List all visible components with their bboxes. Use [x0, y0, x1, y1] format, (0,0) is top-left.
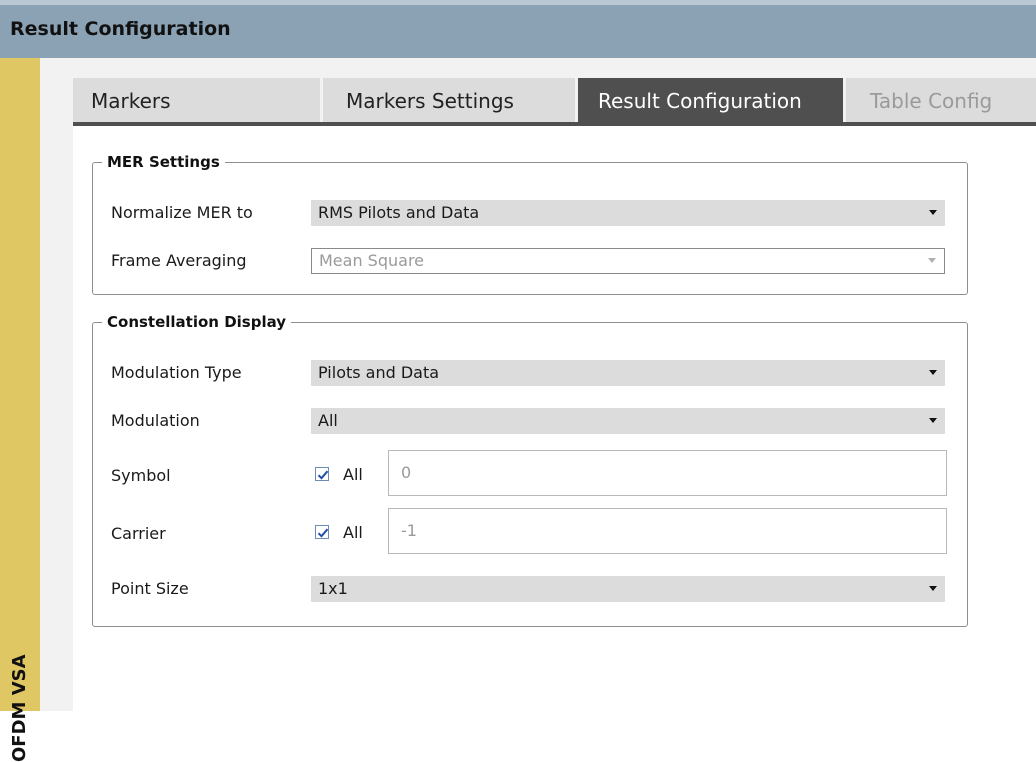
chevron-down-icon	[929, 418, 937, 423]
tab-bar: Markers Markers Settings Result Configur…	[73, 78, 1036, 126]
chevron-down-icon	[929, 586, 937, 591]
tab-label: Markers Settings	[346, 89, 514, 113]
dialog-titlebar: Result Configuration	[0, 0, 1036, 58]
chevron-down-icon	[929, 370, 937, 375]
tab-result-configuration[interactable]: Result Configuration	[578, 78, 843, 122]
frame-averaging-dropdown: Mean Square	[311, 248, 945, 274]
carrier-value: -1	[401, 521, 417, 540]
frame-averaging-label: Frame Averaging	[111, 251, 247, 270]
carrier-all-label: All	[343, 523, 363, 542]
mer-settings-legend: MER Settings	[107, 153, 220, 171]
point-size-value: 1x1	[318, 579, 348, 598]
point-size-label: Point Size	[111, 579, 189, 598]
tab-markers-settings[interactable]: Markers Settings	[323, 78, 575, 122]
modulation-dropdown[interactable]: All	[311, 408, 945, 434]
tab-label: Table Config	[870, 89, 993, 113]
symbol-value: 0	[401, 463, 412, 482]
carrier-input: -1	[388, 508, 947, 554]
point-size-dropdown[interactable]: 1x1	[311, 576, 945, 602]
application-label: OFDM VSA	[9, 654, 30, 762]
modulation-type-value: Pilots and Data	[318, 363, 440, 382]
tab-label: Result Configuration	[598, 89, 802, 113]
checkmark-icon	[317, 470, 329, 480]
carrier-label: Carrier	[111, 524, 166, 543]
symbol-all-label: All	[343, 465, 363, 484]
tab-markers[interactable]: Markers	[73, 78, 320, 122]
modulation-value: All	[318, 411, 338, 430]
normalize-mer-value: RMS Pilots and Data	[318, 203, 480, 222]
symbol-all-checkbox[interactable]	[315, 467, 329, 481]
symbol-input: 0	[388, 450, 947, 496]
modulation-type-dropdown[interactable]: Pilots and Data	[311, 360, 945, 386]
symbol-label: Symbol	[111, 466, 171, 485]
constellation-display-legend: Constellation Display	[107, 313, 287, 331]
chevron-down-icon	[929, 210, 937, 215]
checkmark-icon	[317, 528, 329, 538]
normalize-mer-dropdown[interactable]: RMS Pilots and Data	[311, 200, 945, 226]
tab-label: Markers	[91, 89, 171, 113]
chevron-down-icon	[928, 258, 936, 263]
application-sidebar: OFDM VSA	[0, 58, 40, 762]
tab-table-config: Table Config	[846, 78, 1036, 122]
carrier-all-checkbox[interactable]	[315, 525, 329, 539]
modulation-type-label: Modulation Type	[111, 363, 242, 382]
modulation-label: Modulation	[111, 411, 200, 430]
frame-averaging-value: Mean Square	[319, 251, 425, 270]
dialog-title: Result Configuration	[10, 18, 231, 40]
normalize-mer-label: Normalize MER to	[111, 203, 253, 222]
